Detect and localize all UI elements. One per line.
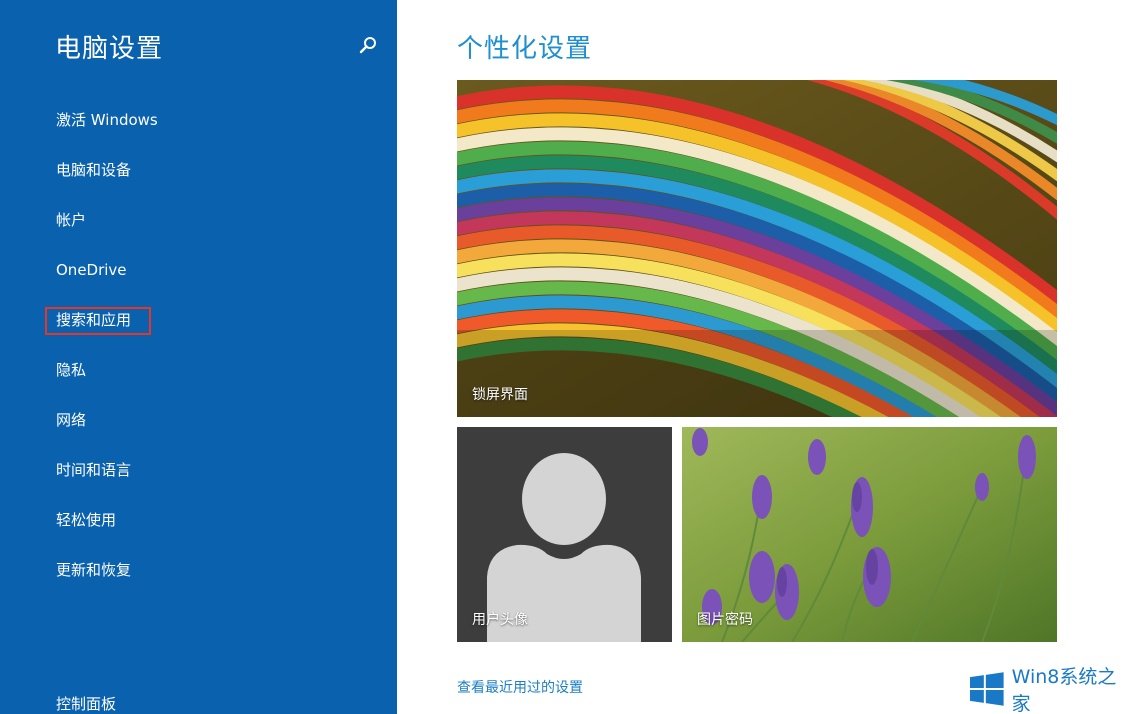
sidebar-item-accounts[interactable]: 帐户: [56, 210, 86, 230]
sidebar-item-time-and-language[interactable]: 时间和语言: [56, 460, 131, 480]
control-panel-link[interactable]: 控制面板: [56, 694, 116, 714]
lock-screen-image: [457, 80, 1057, 417]
sidebar-title: 电脑设置: [55, 34, 164, 64]
sidebar-item-update-and-recovery[interactable]: 更新和恢复: [56, 560, 131, 580]
sidebar-item-search-and-apps[interactable]: 搜索和应用: [56, 310, 131, 330]
lock-screen-tile[interactable]: 锁屏界面: [457, 80, 1057, 417]
sidebar: 电脑设置 激活 Windows 电脑和设备 帐户 OneDrive 搜索和应用 …: [0, 0, 397, 714]
sidebar-item-network[interactable]: 网络: [56, 410, 86, 430]
search-icon: [359, 37, 376, 54]
sidebar-item-privacy[interactable]: 隐私: [56, 360, 86, 380]
sidebar-item-pc-and-devices[interactable]: 电脑和设备: [56, 160, 131, 180]
search-button[interactable]: [356, 34, 380, 58]
account-picture-tile[interactable]: 用户头像: [457, 427, 672, 642]
account-picture-label: 用户头像: [472, 612, 528, 628]
lock-screen-label: 锁屏界面: [472, 387, 528, 403]
picture-password-tile[interactable]: 图片密码: [682, 427, 1057, 642]
sidebar-item-ease-of-access[interactable]: 轻松使用: [56, 510, 116, 530]
watermark: Win8系统之家: [970, 666, 1134, 714]
page-title: 个性化设置: [457, 34, 593, 64]
picture-password-label: 图片密码: [697, 612, 753, 628]
sidebar-item-onedrive[interactable]: OneDrive: [56, 260, 127, 280]
sidebar-item-activate-windows[interactable]: 激活 Windows: [56, 110, 158, 130]
windows-logo-icon: [970, 672, 1004, 706]
view-recent-settings-link[interactable]: 查看最近用过的设置: [457, 677, 583, 697]
watermark-text: Win8系统之家: [1011, 666, 1117, 714]
